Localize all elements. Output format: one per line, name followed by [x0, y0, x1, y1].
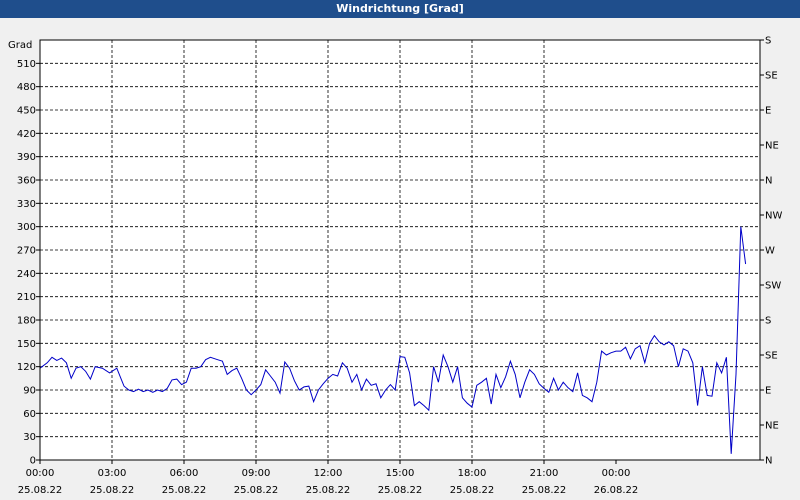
x-tick-label-date: 25.08.22 — [18, 485, 63, 496]
y-tick-label: 240 — [17, 269, 36, 280]
x-tick-label-time: 18:00 — [458, 468, 487, 479]
x-tick-label-time: 12:00 — [314, 468, 343, 479]
x-tick-label-time: 09:00 — [242, 468, 271, 479]
x-tick-label-time: 00:00 — [602, 468, 631, 479]
y2-tick-label: NE — [765, 141, 779, 152]
y2-tick-label: SW — [765, 281, 781, 292]
y-tick-label: 360 — [17, 176, 36, 187]
y-tick-label: 60 — [23, 409, 36, 420]
y2-tick-label: SE — [765, 351, 778, 362]
y2-tick-label: NE — [765, 421, 779, 432]
y-tick-label: 420 — [17, 129, 36, 140]
y2-tick-label: S — [765, 316, 771, 327]
y2-tick-label: E — [765, 106, 771, 117]
y-tick-label: 330 — [17, 199, 36, 210]
x-tick-label-date: 25.08.22 — [162, 485, 207, 496]
y2-tick-label: NW — [765, 211, 782, 222]
y-tick-label: 120 — [17, 362, 36, 373]
y2-tick-label: N — [765, 456, 772, 467]
y2-tick-label: S — [765, 36, 771, 47]
x-tick-label-time: 15:00 — [386, 468, 415, 479]
chart-title: Windrichtung [Grad] — [0, 0, 800, 18]
y-tick-label: 0 — [30, 456, 36, 467]
x-tick-label-time: 03:00 — [98, 468, 127, 479]
y-tick-label: 30 — [23, 432, 36, 443]
y-tick-label: 390 — [17, 152, 36, 163]
y-tick-label: 510 — [17, 59, 36, 70]
y-tick-label: 450 — [17, 106, 36, 117]
x-tick-label-time: 06:00 — [170, 468, 199, 479]
wind-direction-chart: 0 30 60 90 120 150 180 210 240 270 300 330 360 390 420… — [8, 36, 782, 497]
x-tick-label-date: 25.08.22 — [378, 485, 423, 496]
y-tick-label: 210 — [17, 292, 36, 303]
y2-tick-label: N — [765, 176, 772, 187]
x-tick-label-date: 26.08.22 — [594, 485, 639, 496]
y-tick-label: 180 — [17, 316, 36, 327]
y-tick-label: 90 — [23, 386, 36, 397]
y2-tick-label: E — [765, 386, 771, 397]
y-tick-label: 270 — [17, 246, 36, 257]
x-tick-label-date: 25.08.22 — [450, 485, 495, 496]
y-axis-label: Grad — [8, 40, 32, 51]
y2-tick-label: SE — [765, 71, 778, 82]
y-tick-label: 480 — [17, 82, 36, 93]
y2-tick-label: W — [765, 246, 775, 257]
y-tick-label: 150 — [17, 339, 36, 350]
x-tick-label-time: 00:00 — [26, 468, 55, 479]
x-tick-label-date: 25.08.22 — [522, 485, 567, 496]
x-tick-label-date: 25.08.22 — [234, 485, 279, 496]
x-tick-label-date: 25.08.22 — [90, 485, 135, 496]
x-tick-label-time: 21:00 — [530, 468, 559, 479]
y-tick-label: 300 — [17, 222, 36, 233]
x-tick-label-date: 25.08.22 — [306, 485, 351, 496]
